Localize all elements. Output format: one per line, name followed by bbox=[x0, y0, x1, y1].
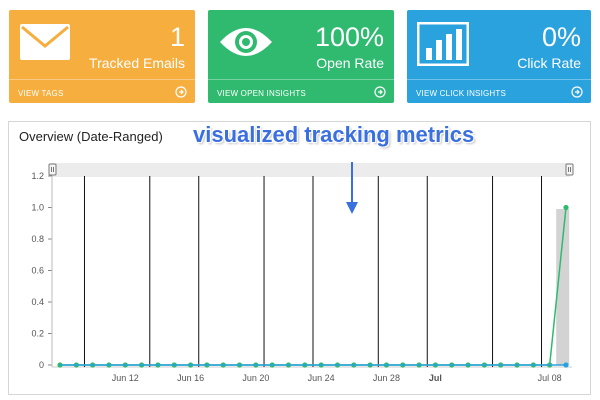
y-tick-label: 1.0 bbox=[31, 203, 44, 213]
x-tick-label: Jul 08 bbox=[538, 373, 562, 383]
x-tick-label: Jul bbox=[429, 373, 442, 383]
overview-chart[interactable]: 0 0.2 0.4 0.6 0.8 1.0 1.2 Jun 12 Jun 16 Jun 20 Jun… bbox=[0, 0, 600, 400]
plot-area: 0 0.2 0.4 0.6 0.8 1.0 1.2 Jun 12 Jun 16 Jun 20 Jun… bbox=[31, 171, 572, 383]
range-handle-right[interactable] bbox=[565, 163, 574, 176]
y-tick-label: 0.4 bbox=[31, 297, 44, 307]
x-tick-label: Jun 28 bbox=[373, 373, 400, 383]
x-tick-label: Jun 16 bbox=[177, 373, 204, 383]
data-point bbox=[563, 204, 569, 211]
data-point bbox=[563, 362, 569, 368]
y-tick-label: 0.6 bbox=[31, 266, 44, 276]
range-handle-left[interactable] bbox=[48, 163, 57, 176]
y-tick-label: 1.2 bbox=[31, 171, 44, 181]
y-tick-label: 0.8 bbox=[31, 234, 44, 244]
range-navigator-track[interactable] bbox=[52, 163, 570, 177]
x-tick-label: Jun 20 bbox=[242, 373, 269, 383]
x-tick-label: Jun 12 bbox=[112, 373, 139, 383]
x-tick-label: Jun 24 bbox=[308, 373, 335, 383]
y-tick-label: 0.2 bbox=[31, 329, 44, 339]
y-tick-label: 0 bbox=[39, 360, 44, 370]
